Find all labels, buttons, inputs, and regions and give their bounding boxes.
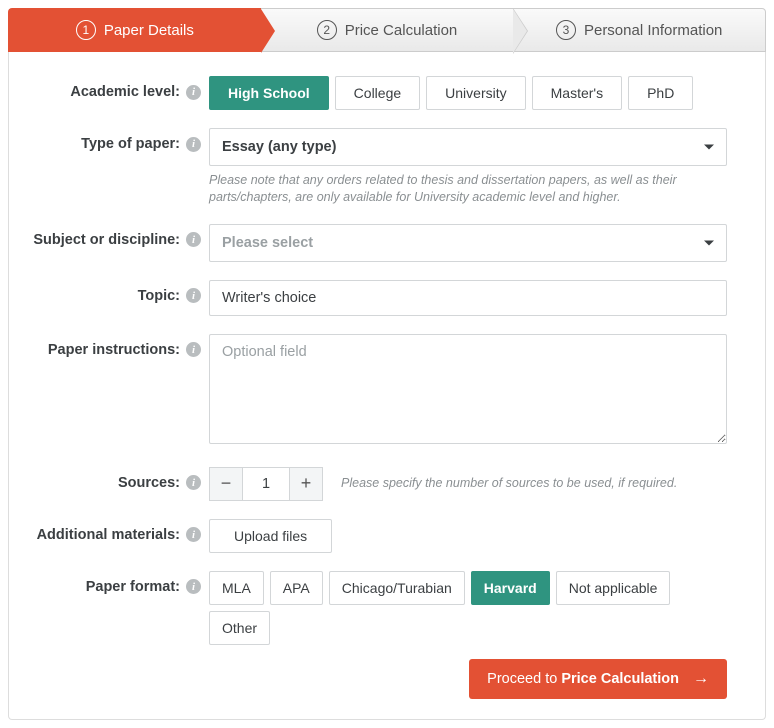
paper-format-option[interactable]: Harvard xyxy=(471,571,550,605)
label-instructions: Paper instructions: xyxy=(48,342,180,358)
academic-level-option[interactable]: College xyxy=(335,76,420,110)
type-of-paper-hint: Please note that any orders related to t… xyxy=(209,172,727,206)
type-of-paper-dropdown[interactable]: Essay (any type) xyxy=(209,128,727,166)
info-icon[interactable]: i xyxy=(186,288,201,303)
info-icon[interactable]: i xyxy=(186,137,201,152)
arrow-right-icon: → xyxy=(693,670,709,688)
info-icon[interactable]: i xyxy=(186,475,201,490)
proceed-button-label: Proceed to Price Calculation xyxy=(487,671,679,687)
paper-format-option[interactable]: Other xyxy=(209,611,270,645)
chevron-right-icon xyxy=(261,9,275,53)
info-icon[interactable]: i xyxy=(186,527,201,542)
sources-input[interactable] xyxy=(243,467,289,501)
label-materials: Additional materials: xyxy=(37,527,180,543)
info-icon[interactable]: i xyxy=(186,342,201,357)
paper-format-option[interactable]: MLA xyxy=(209,571,264,605)
dropdown-placeholder: Please select xyxy=(222,235,313,251)
upload-files-button[interactable]: Upload files xyxy=(209,519,332,553)
dropdown-value: Essay (any type) xyxy=(222,139,336,155)
steps-bar: 1 Paper Details 2 Price Calculation 3 Pe… xyxy=(8,8,766,52)
step-paper-details[interactable]: 1 Paper Details xyxy=(8,8,261,52)
academic-level-options: High SchoolCollegeUniversityMaster'sPhD xyxy=(209,76,727,110)
chevron-down-icon xyxy=(704,240,714,245)
form-panel: Academic level: i High SchoolCollegeUniv… xyxy=(8,52,766,720)
info-icon[interactable]: i xyxy=(186,85,201,100)
proceed-button[interactable]: Proceed to Price Calculation → xyxy=(469,659,727,699)
paper-format-option[interactable]: APA xyxy=(270,571,323,605)
info-icon[interactable]: i xyxy=(186,232,201,247)
sources-increment-button[interactable]: + xyxy=(289,467,323,501)
step-number: 2 xyxy=(317,20,337,40)
paper-format-option[interactable]: Not applicable xyxy=(556,571,671,605)
label-type-of-paper: Type of paper: xyxy=(81,136,180,152)
instructions-textarea[interactable] xyxy=(209,334,727,444)
label-format: Paper format: xyxy=(86,579,180,595)
step-label: Paper Details xyxy=(104,22,194,39)
paper-format-option[interactable]: Chicago/Turabian xyxy=(329,571,465,605)
step-label: Price Calculation xyxy=(345,22,458,39)
sources-decrement-button[interactable]: − xyxy=(209,467,243,501)
step-number: 1 xyxy=(76,20,96,40)
chevron-right-icon xyxy=(513,9,527,53)
label-academic-level: Academic level: xyxy=(70,84,180,100)
step-personal-information[interactable]: 3 Personal Information xyxy=(513,8,766,52)
paper-format-options: MLAAPAChicago/TurabianHarvardNot applica… xyxy=(209,571,727,645)
academic-level-option[interactable]: University xyxy=(426,76,525,110)
sources-stepper: − + xyxy=(209,467,323,501)
step-label: Personal Information xyxy=(584,22,722,39)
label-topic: Topic: xyxy=(138,288,180,304)
info-icon[interactable]: i xyxy=(186,579,201,594)
academic-level-option[interactable]: Master's xyxy=(532,76,622,110)
academic-level-option[interactable]: PhD xyxy=(628,76,693,110)
academic-level-option[interactable]: High School xyxy=(209,76,329,110)
sources-hint: Please specify the number of sources to … xyxy=(341,475,677,492)
step-number: 3 xyxy=(556,20,576,40)
label-sources: Sources: xyxy=(118,475,180,491)
chevron-down-icon xyxy=(704,145,714,150)
step-price-calculation[interactable]: 2 Price Calculation xyxy=(261,8,514,52)
label-subject: Subject or discipline: xyxy=(33,232,180,248)
subject-dropdown[interactable]: Please select xyxy=(209,224,727,262)
topic-input[interactable] xyxy=(209,280,727,316)
